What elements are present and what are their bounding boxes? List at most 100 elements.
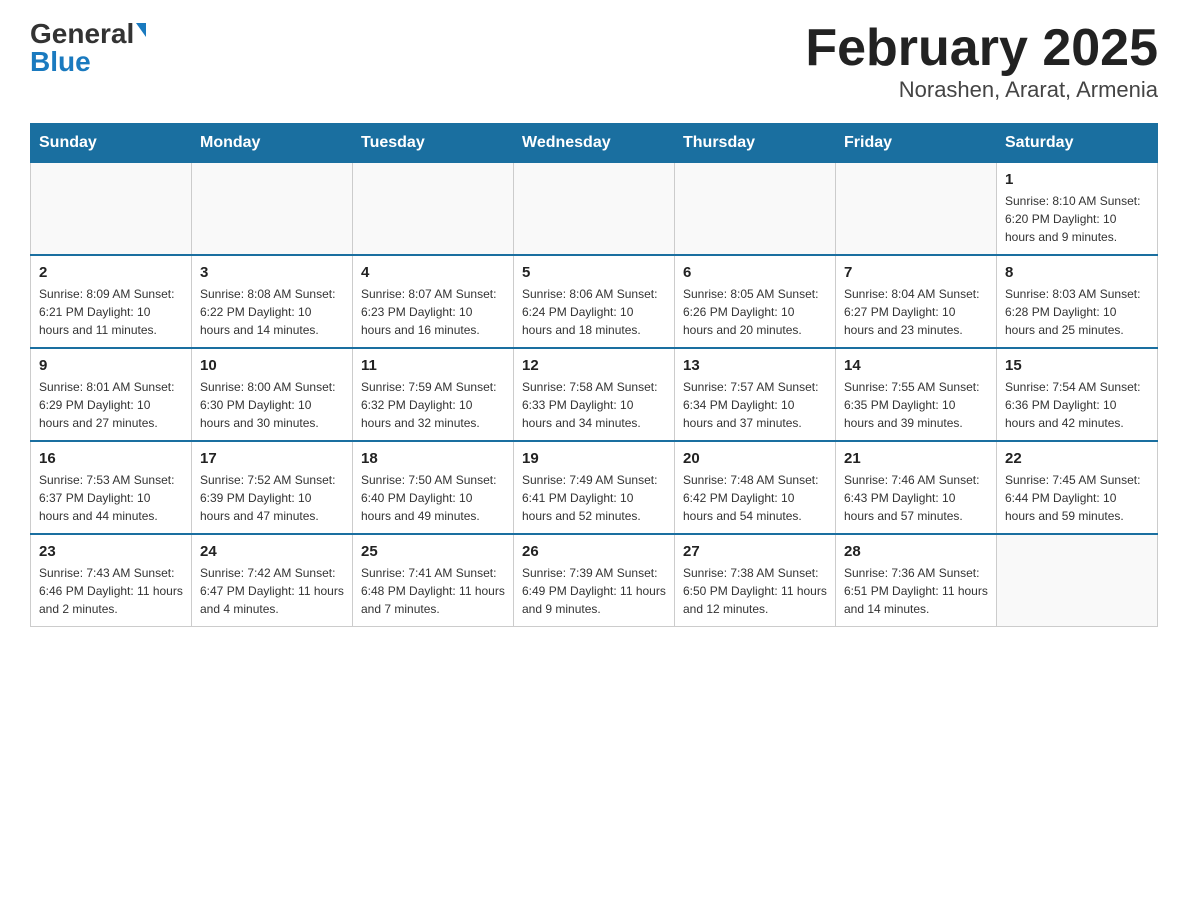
day-info: Sunrise: 8:08 AM Sunset: 6:22 PM Dayligh…	[200, 285, 344, 339]
weekday-header-tuesday: Tuesday	[353, 124, 514, 163]
day-number: 7	[844, 264, 988, 281]
calendar-header: SundayMondayTuesdayWednesdayThursdayFrid…	[31, 124, 1158, 163]
day-info: Sunrise: 8:04 AM Sunset: 6:27 PM Dayligh…	[844, 285, 988, 339]
day-number: 3	[200, 264, 344, 281]
calendar-cell: 16 Sunrise: 7:53 AM Sunset: 6:37 PM Dayli…	[31, 441, 192, 534]
day-number: 18	[361, 450, 505, 467]
day-number: 12	[522, 357, 666, 374]
day-number: 25	[361, 543, 505, 560]
calendar-cell: 20 Sunrise: 7:48 AM Sunset: 6:42 PM Dayli…	[675, 441, 836, 534]
day-info: Sunrise: 7:45 AM Sunset: 6:44 PM Dayligh…	[1005, 471, 1149, 525]
day-number: 10	[200, 357, 344, 374]
day-number: 16	[39, 450, 183, 467]
day-number: 23	[39, 543, 183, 560]
weekday-header-saturday: Saturday	[997, 124, 1158, 163]
calendar-week-row: 16 Sunrise: 7:53 AM Sunset: 6:37 PM Dayli…	[31, 441, 1158, 534]
day-number: 8	[1005, 264, 1149, 281]
calendar-body: 1 Sunrise: 8:10 AM Sunset: 6:20 PM Daylig…	[31, 163, 1158, 627]
weekday-header-sunday: Sunday	[31, 124, 192, 163]
day-info: Sunrise: 7:42 AM Sunset: 6:47 PM Dayligh…	[200, 564, 344, 618]
day-info: Sunrise: 7:41 AM Sunset: 6:48 PM Dayligh…	[361, 564, 505, 618]
day-info: Sunrise: 7:48 AM Sunset: 6:42 PM Dayligh…	[683, 471, 827, 525]
calendar-cell: 27 Sunrise: 7:38 AM Sunset: 6:50 PM Dayli…	[675, 534, 836, 627]
day-info: Sunrise: 8:07 AM Sunset: 6:23 PM Dayligh…	[361, 285, 505, 339]
page-header: General Blue February 2025 Norashen, Ara…	[30, 20, 1158, 103]
page-title: February 2025	[805, 20, 1158, 77]
day-number: 26	[522, 543, 666, 560]
calendar-cell: 1 Sunrise: 8:10 AM Sunset: 6:20 PM Daylig…	[997, 163, 1158, 256]
calendar-cell	[192, 163, 353, 256]
calendar-cell: 14 Sunrise: 7:55 AM Sunset: 6:35 PM Dayli…	[836, 348, 997, 441]
logo-blue: Blue	[30, 48, 91, 76]
calendar-table: SundayMondayTuesdayWednesdayThursdayFrid…	[30, 123, 1158, 627]
calendar-cell	[997, 534, 1158, 627]
calendar-cell: 18 Sunrise: 7:50 AM Sunset: 6:40 PM Dayli…	[353, 441, 514, 534]
day-info: Sunrise: 8:06 AM Sunset: 6:24 PM Dayligh…	[522, 285, 666, 339]
calendar-cell: 19Sunrise: 7:49 AM Sunset: 6:41 PM Dayli…	[514, 441, 675, 534]
calendar-cell: 10 Sunrise: 8:00 AM Sunset: 6:30 PM Dayli…	[192, 348, 353, 441]
day-info: Sunrise: 7:52 AM Sunset: 6:39 PM Dayligh…	[200, 471, 344, 525]
weekday-header-row: SundayMondayTuesdayWednesdayThursdayFrid…	[31, 124, 1158, 163]
day-info: Sunrise: 7:50 AM Sunset: 6:40 PM Dayligh…	[361, 471, 505, 525]
weekday-header-monday: Monday	[192, 124, 353, 163]
calendar-cell: 7 Sunrise: 8:04 AM Sunset: 6:27 PM Daylig…	[836, 255, 997, 348]
day-info: Sunrise: 7:49 AM Sunset: 6:41 PM Dayligh…	[522, 471, 666, 525]
calendar-cell	[675, 163, 836, 256]
day-info: Sunrise: 8:03 AM Sunset: 6:28 PM Dayligh…	[1005, 285, 1149, 339]
day-info: Sunrise: 7:54 AM Sunset: 6:36 PM Dayligh…	[1005, 378, 1149, 432]
calendar-cell: 2 Sunrise: 8:09 AM Sunset: 6:21 PM Daylig…	[31, 255, 192, 348]
day-number: 1	[1005, 171, 1149, 188]
day-info: Sunrise: 7:59 AM Sunset: 6:32 PM Dayligh…	[361, 378, 505, 432]
day-number: 28	[844, 543, 988, 560]
day-info: Sunrise: 7:39 AM Sunset: 6:49 PM Dayligh…	[522, 564, 666, 618]
day-info: Sunrise: 8:05 AM Sunset: 6:26 PM Dayligh…	[683, 285, 827, 339]
day-info: Sunrise: 7:58 AM Sunset: 6:33 PM Dayligh…	[522, 378, 666, 432]
day-number: 15	[1005, 357, 1149, 374]
day-info: Sunrise: 7:55 AM Sunset: 6:35 PM Dayligh…	[844, 378, 988, 432]
logo: General Blue	[30, 20, 146, 76]
day-number: 27	[683, 543, 827, 560]
day-number: 14	[844, 357, 988, 374]
day-info: Sunrise: 7:53 AM Sunset: 6:37 PM Dayligh…	[39, 471, 183, 525]
calendar-cell: 5 Sunrise: 8:06 AM Sunset: 6:24 PM Daylig…	[514, 255, 675, 348]
day-info: Sunrise: 8:09 AM Sunset: 6:21 PM Dayligh…	[39, 285, 183, 339]
calendar-cell	[353, 163, 514, 256]
calendar-cell: 3 Sunrise: 8:08 AM Sunset: 6:22 PM Daylig…	[192, 255, 353, 348]
day-info: Sunrise: 7:43 AM Sunset: 6:46 PM Dayligh…	[39, 564, 183, 618]
logo-arrow-icon	[136, 23, 146, 37]
day-number: 5	[522, 264, 666, 281]
day-number: 13	[683, 357, 827, 374]
day-number: 17	[200, 450, 344, 467]
calendar-cell	[514, 163, 675, 256]
day-info: Sunrise: 7:38 AM Sunset: 6:50 PM Dayligh…	[683, 564, 827, 618]
day-number: 21	[844, 450, 988, 467]
calendar-cell: 26 Sunrise: 7:39 AM Sunset: 6:49 PM Dayli…	[514, 534, 675, 627]
calendar-cell: 8 Sunrise: 8:03 AM Sunset: 6:28 PM Daylig…	[997, 255, 1158, 348]
calendar-cell: 6 Sunrise: 8:05 AM Sunset: 6:26 PM Daylig…	[675, 255, 836, 348]
calendar-cell: 17 Sunrise: 7:52 AM Sunset: 6:39 PM Dayli…	[192, 441, 353, 534]
calendar-cell: 28 Sunrise: 7:36 AM Sunset: 6:51 PM Dayli…	[836, 534, 997, 627]
calendar-cell: 15 Sunrise: 7:54 AM Sunset: 6:36 PM Dayli…	[997, 348, 1158, 441]
day-number: 20	[683, 450, 827, 467]
calendar-cell: 4 Sunrise: 8:07 AM Sunset: 6:23 PM Daylig…	[353, 255, 514, 348]
weekday-header-thursday: Thursday	[675, 124, 836, 163]
calendar-cell: 25 Sunrise: 7:41 AM Sunset: 6:48 PM Dayli…	[353, 534, 514, 627]
calendar-week-row: 2 Sunrise: 8:09 AM Sunset: 6:21 PM Daylig…	[31, 255, 1158, 348]
day-info: Sunrise: 7:36 AM Sunset: 6:51 PM Dayligh…	[844, 564, 988, 618]
calendar-cell	[836, 163, 997, 256]
day-info: Sunrise: 8:10 AM Sunset: 6:20 PM Dayligh…	[1005, 192, 1149, 246]
weekday-header-wednesday: Wednesday	[514, 124, 675, 163]
day-number: 6	[683, 264, 827, 281]
day-number: 4	[361, 264, 505, 281]
day-info: Sunrise: 8:00 AM Sunset: 6:30 PM Dayligh…	[200, 378, 344, 432]
calendar-cell: 9Sunrise: 8:01 AM Sunset: 6:29 PM Daylig…	[31, 348, 192, 441]
day-info: Sunrise: 7:57 AM Sunset: 6:34 PM Dayligh…	[683, 378, 827, 432]
day-number: 22	[1005, 450, 1149, 467]
calendar-cell: 12 Sunrise: 7:58 AM Sunset: 6:33 PM Dayli…	[514, 348, 675, 441]
calendar-cell: 21Sunrise: 7:46 AM Sunset: 6:43 PM Dayli…	[836, 441, 997, 534]
calendar-week-row: 23 Sunrise: 7:43 AM Sunset: 6:46 PM Dayli…	[31, 534, 1158, 627]
day-number: 9	[39, 357, 183, 374]
day-number: 2	[39, 264, 183, 281]
calendar-week-row: 1 Sunrise: 8:10 AM Sunset: 6:20 PM Daylig…	[31, 163, 1158, 256]
day-number: 11	[361, 357, 505, 374]
